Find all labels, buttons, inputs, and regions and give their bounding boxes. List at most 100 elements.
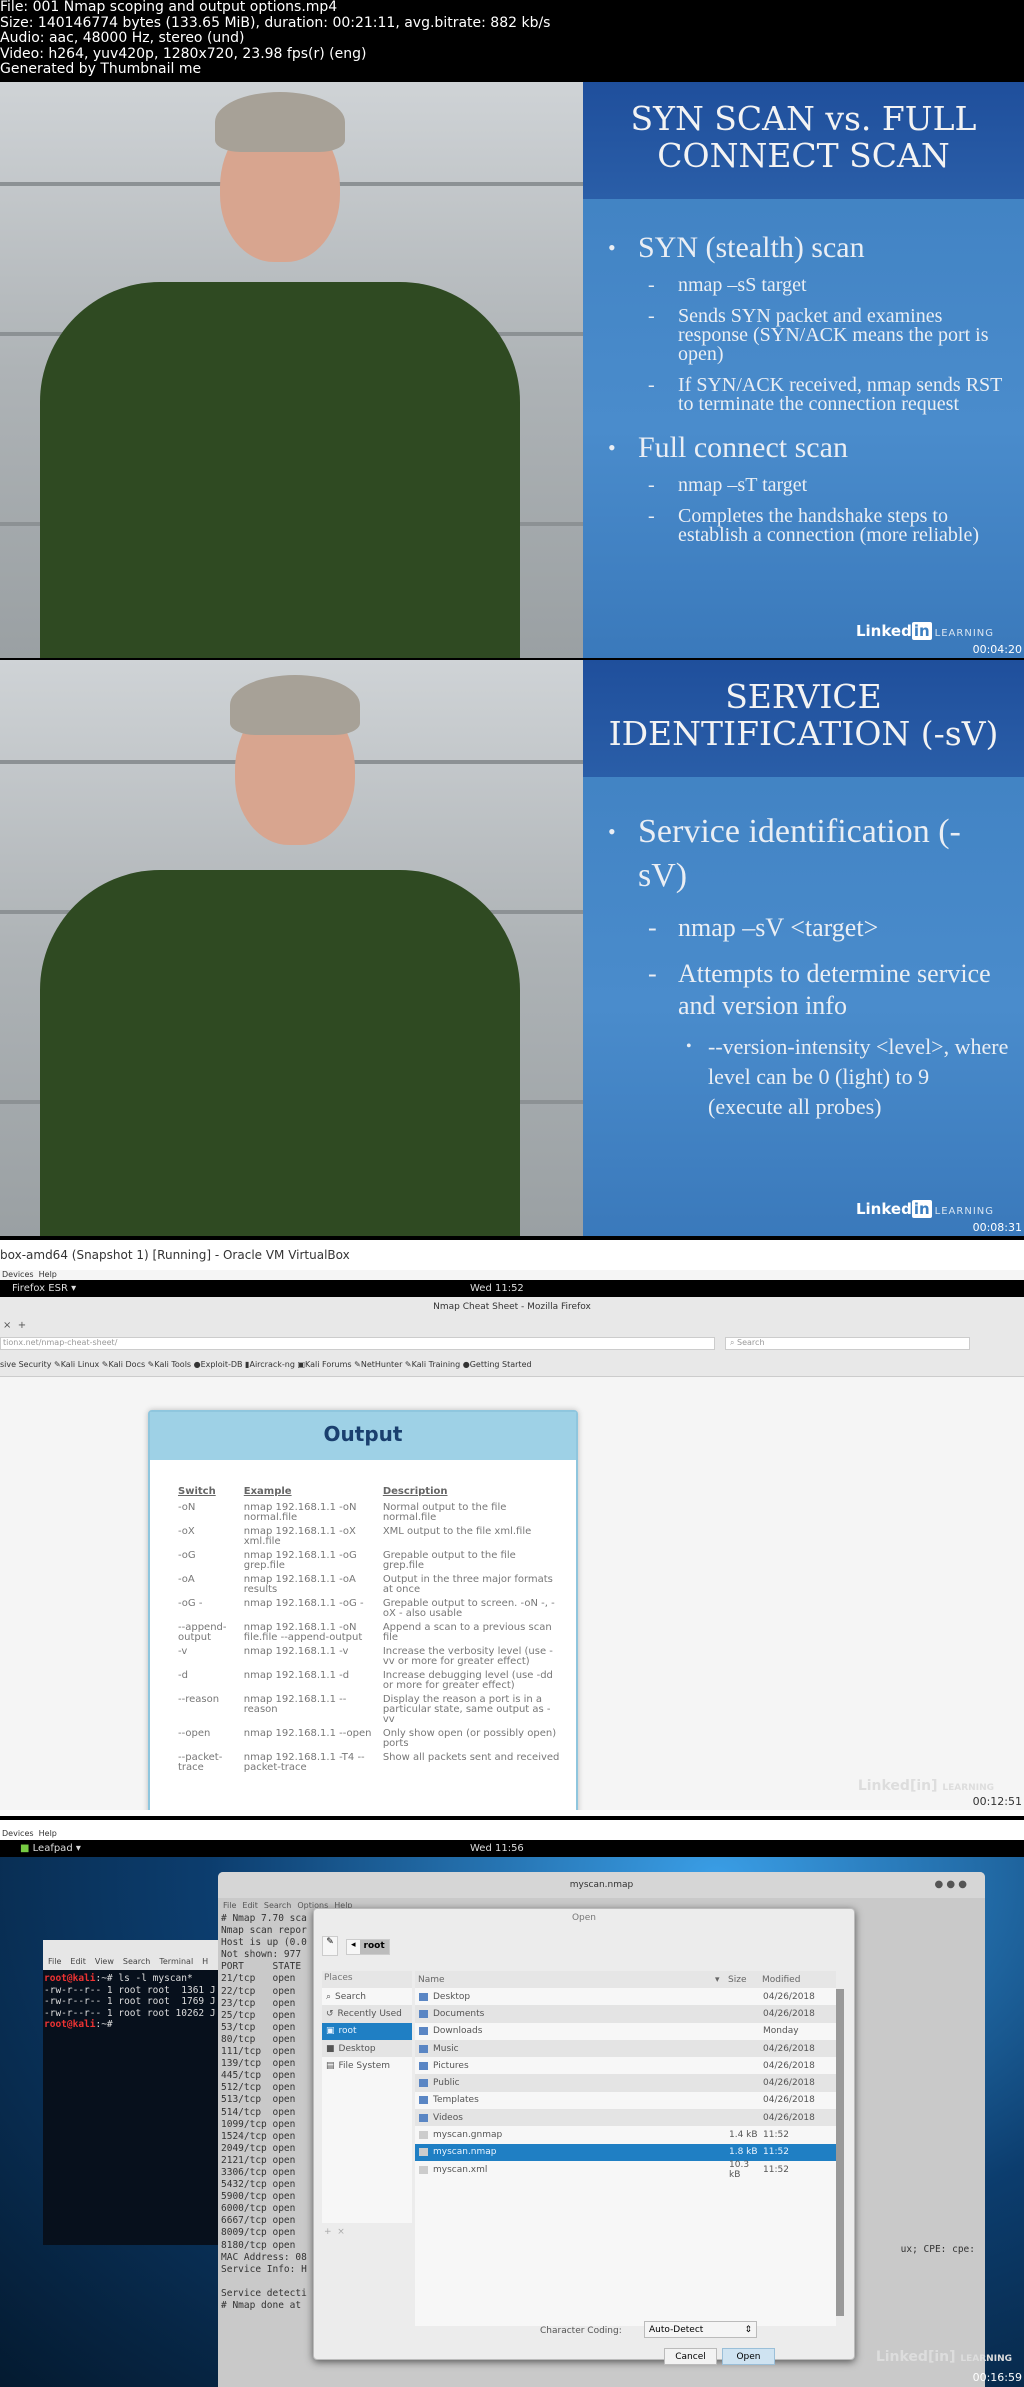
example-cell: nmap 192.168.1.1 -oX xml.file xyxy=(243,1526,356,1547)
file-row[interactable]: Pictures 04/26/2018 xyxy=(415,2057,836,2074)
terminal-menu-item[interactable]: Search xyxy=(123,1957,150,1966)
back-button[interactable]: ◂ xyxy=(347,1940,360,1954)
file-row[interactable]: myscan.nmap 1.8 kB 11:52 xyxy=(415,2143,836,2161)
file-row[interactable]: Public 04/26/2018 xyxy=(415,2074,836,2092)
path-root[interactable]: root xyxy=(359,1940,389,1954)
sub-bullet: nmap –sV <target> xyxy=(608,912,1009,944)
bookmark[interactable]: Kali Linux xyxy=(61,1360,100,1369)
cancel-button[interactable]: Cancel xyxy=(664,2348,717,2365)
bookmark[interactable]: NetHunter xyxy=(361,1360,403,1369)
places-item[interactable]: ↺ Recently Used xyxy=(322,2005,412,2023)
bookmark[interactable]: Kali Docs xyxy=(109,1360,146,1369)
timestamp: 00:04:20 xyxy=(972,643,1022,656)
sub-bullet: If SYN/ACK received, nmap sends RST to t… xyxy=(608,375,1009,414)
place-icon: ↺ xyxy=(326,2008,334,2019)
folder-icon xyxy=(419,2027,428,2036)
bookmark[interactable]: Kali Tools xyxy=(154,1360,191,1369)
bookmark[interactable]: sive Security xyxy=(0,1360,51,1369)
app-menu[interactable]: Firefox ESR ▾ xyxy=(12,1283,76,1294)
table-row: -oA nmap 192.168.1.1 -oA results Output in… xyxy=(174,1573,564,1597)
column-modified[interactable]: Modified xyxy=(762,1975,800,1985)
scrollbar[interactable] xyxy=(836,1989,844,2316)
sub-bullet: nmap –sS target xyxy=(608,275,1009,295)
presenter-video xyxy=(0,82,583,658)
open-dialog: Open ✎ ◂ root Places ⌕ Search ↺ Recently Use… xyxy=(313,1908,855,2365)
bullet: SYN (stealth) scan xyxy=(608,232,1009,265)
description-cell: Normal output to the file normal.file xyxy=(382,1502,507,1523)
file-row[interactable]: Music 04/26/2018 xyxy=(415,2039,836,2058)
file-row[interactable]: Downloads Monday xyxy=(415,2023,836,2040)
terminal-line: root@kali:~# ls -l myscan* xyxy=(44,1973,193,1984)
places-panel: Places ⌕ Search ↺ Recently Used ▣ root ■ Deskto… xyxy=(322,1971,412,2223)
slide-title: SYN SCAN vs. FULL CONNECT SCAN xyxy=(583,82,1024,199)
character-coding-select[interactable]: Auto-Detect ⇕ xyxy=(644,2321,757,2338)
bullet: Full connect scan xyxy=(608,432,1009,465)
example-cell: nmap 192.168.1.1 -oG - xyxy=(243,1598,364,1609)
file-row[interactable]: Templates 04/26/2018 xyxy=(415,2092,836,2109)
leafpad-icon: ■ xyxy=(20,1843,30,1854)
bookmark[interactable]: Getting Started xyxy=(470,1360,532,1369)
open-button[interactable]: Open xyxy=(722,2348,775,2365)
app-menu[interactable]: Leafpad ▾ xyxy=(33,1843,81,1854)
switch-cell: --append-output xyxy=(178,1622,227,1643)
terminal-window: File Edit View Search Terminal H root@kali:~#… xyxy=(43,1940,243,2245)
terminal-menu-item[interactable]: Terminal xyxy=(159,1957,193,1966)
window-controls[interactable]: ● ● ● xyxy=(934,1879,967,1890)
column-name[interactable]: Name xyxy=(415,1975,715,1985)
generator: Generated by Thumbnail me xyxy=(0,61,202,77)
window-title: myscan.nmap xyxy=(218,1872,985,1898)
url-bar[interactable]: tionx.net/nmap-cheat-sheet/ xyxy=(0,1337,715,1350)
places-item[interactable]: ■ Desktop xyxy=(322,2039,412,2058)
places-item[interactable]: ▣ root xyxy=(322,2022,412,2040)
slide: SYN SCAN vs. FULL CONNECT SCAN SYN (stea… xyxy=(583,82,1024,658)
timestamp: 00:16:59 xyxy=(972,2371,1022,2384)
bullet: Service identification (-sV) xyxy=(608,810,1009,898)
example-cell: nmap 192.168.1.1 -v xyxy=(243,1646,349,1657)
menu-devices[interactable]: Devices xyxy=(2,1270,34,1279)
edit-location-button[interactable]: ✎ xyxy=(322,1936,338,1956)
file-row[interactable]: Documents 04/26/2018 xyxy=(415,2005,836,2023)
linkedin-learning-logo: Linked[in] LEARNING xyxy=(857,1778,994,1794)
coding-label: Character Coding: xyxy=(540,2326,622,2336)
switch-cell: -oG xyxy=(178,1550,196,1561)
file-row[interactable]: Videos 04/26/2018 xyxy=(415,2109,836,2127)
file-row[interactable]: myscan.gnmap 1.4 kB 11:52 xyxy=(415,2126,836,2143)
file-row[interactable]: Desktop 04/26/2018 xyxy=(415,1988,836,2005)
add-remove-bookmark[interactable]: + × xyxy=(324,2227,345,2237)
terminal-menu-item[interactable]: View xyxy=(95,1957,114,1966)
column-size[interactable]: Size xyxy=(728,1975,762,1985)
switch-cell: -oG - xyxy=(178,1598,203,1609)
table-row: -oG - nmap 192.168.1.1 -oG - Grepable outp… xyxy=(174,1597,564,1621)
new-tab-icon[interactable]: + xyxy=(18,1320,26,1331)
places-item[interactable]: ▤ File System xyxy=(322,2057,412,2074)
terminal-output: root@kali:~# ls -l myscan* -rw-r--r-- 1 r… xyxy=(43,1970,243,2034)
description-cell: Grepable output to the file grep.file xyxy=(382,1550,516,1571)
bookmark[interactable]: Kali Training xyxy=(412,1360,461,1369)
menu-devices[interactable]: Devices xyxy=(2,1829,34,1838)
example-cell: nmap 192.168.1.1 -oG grep.file xyxy=(243,1550,357,1571)
leafpad-menu-item[interactable]: Edit xyxy=(242,1901,258,1910)
dialog-title: Open xyxy=(571,1913,597,1923)
menu-help[interactable]: Help xyxy=(39,1270,57,1279)
leafpad-menu-item[interactable]: File xyxy=(223,1901,236,1910)
bookmark[interactable]: Kali Forums xyxy=(305,1360,352,1369)
presenter-video xyxy=(0,660,583,1236)
close-tab-icon[interactable]: × xyxy=(3,1320,11,1331)
file-size: Size: 140146774 bytes (133.65 MiB), dura… xyxy=(0,14,551,31)
terminal-menu-item[interactable]: Edit xyxy=(70,1957,86,1966)
search-input[interactable]: ⌕ Search xyxy=(725,1337,970,1350)
bookmark[interactable]: Exploit-DB xyxy=(201,1360,243,1369)
switch-cell: -oX xyxy=(178,1526,195,1537)
leafpad-menu-item[interactable]: Search xyxy=(264,1901,291,1910)
places-item[interactable]: ⌕ Search xyxy=(322,1988,412,2005)
table-row: -v nmap 192.168.1.1 -v Increase the verbos… xyxy=(174,1645,564,1669)
table-row: --append-output nmap 192.168.1.1 -oN file… xyxy=(174,1621,564,1645)
terminal-menu: File Edit View Search Terminal H xyxy=(48,1957,217,1966)
terminal-menu-item[interactable]: H xyxy=(202,1957,208,1966)
menu-help[interactable]: Help xyxy=(39,1829,57,1838)
terminal-menu-item[interactable]: File xyxy=(48,1957,61,1966)
file-row[interactable]: myscan.xml 10.3 kB 11:52 xyxy=(415,2160,836,2180)
bookmarks-bar: sive Security ✎Kali Linux ✎Kali Docs ✎Ka… xyxy=(0,1360,532,1369)
table-row: --packet-trace nmap 192.168.1.1 -T4 --pac… xyxy=(174,1751,564,1775)
bookmark[interactable]: Aircrack-ng xyxy=(249,1360,294,1369)
